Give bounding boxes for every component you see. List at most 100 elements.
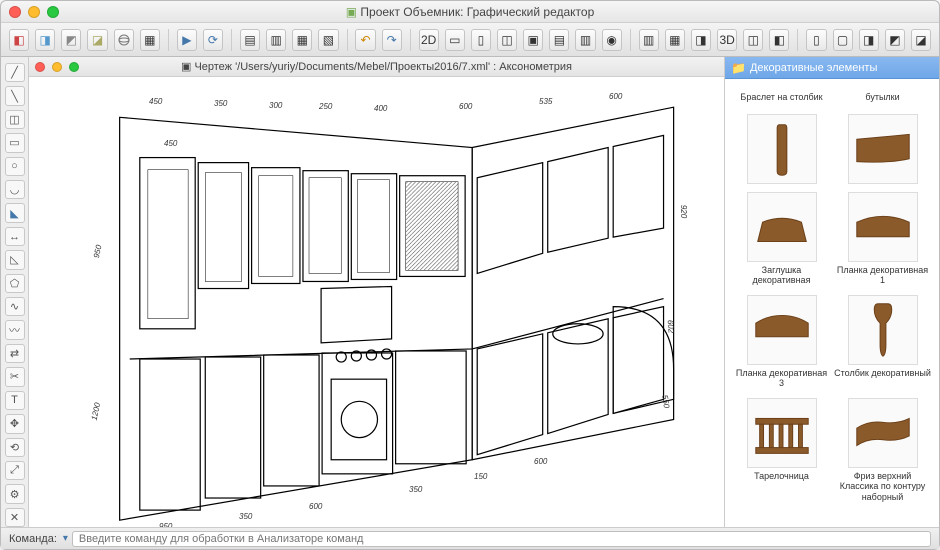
2d-icon[interactable]: 2D <box>419 29 439 51</box>
window-titlebar: ▣ Проект Объемник: Графический редактор <box>1 1 939 23</box>
doc-close-button[interactable] <box>35 62 45 72</box>
dim-label: 450 <box>164 139 177 148</box>
layer3-icon[interactable]: ◨ <box>691 29 711 51</box>
undo-icon[interactable]: ↶ <box>355 29 375 51</box>
catalog-item[interactable]: Планка декоративная 1 <box>832 188 933 291</box>
document-pane: ▣ Чертеж '/Users/yuriy/Documents/Mebel/П… <box>29 57 724 527</box>
triangle-tool-icon[interactable]: ◣ <box>5 203 25 222</box>
layer1-icon[interactable]: ▥ <box>639 29 659 51</box>
catalog-item[interactable]: Фриз верхний Классика по контуру наборны… <box>832 394 933 506</box>
cube-icon[interactable]: ◫ <box>743 29 763 51</box>
catalog-thumb <box>848 114 918 184</box>
dim-tool-icon[interactable]: ↔ <box>5 227 25 246</box>
layer2-icon[interactable]: ▦ <box>665 29 685 51</box>
workspace: ╱ ╲ ◫ ▭ ○ ◡ ◣ ↔ ◺ ⬠ ∿ 〰 ⇄ ✂ T ✥ ⟲ ⤢ ⚙ ✕ <box>1 57 939 527</box>
app-icon: ▣ <box>346 5 357 19</box>
multi-page-icon[interactable]: ▧ <box>318 29 338 51</box>
page2-icon[interactable]: ▥ <box>266 29 286 51</box>
doc-zoom-button[interactable] <box>69 62 79 72</box>
catalog-item[interactable]: Планка декоративная 3 <box>731 291 832 394</box>
dim-label: 150 <box>474 472 487 481</box>
main-window: ▣ Проект Объемник: Графический редактор … <box>0 0 940 550</box>
command-input[interactable] <box>72 531 931 547</box>
panel-header[interactable]: 📁 Декоративные элементы <box>725 57 939 79</box>
catalog-label: Заглушка декоративная <box>733 265 830 287</box>
catalog-label: Столбик декоративный <box>834 368 931 390</box>
cube-side-icon[interactable]: ◨ <box>35 29 55 51</box>
play-icon[interactable]: ▶ <box>177 29 197 51</box>
catalog-label: Браслет на столбик <box>740 92 822 114</box>
statusbar: Команда: ▾ <box>1 527 939 549</box>
cube-iso-icon[interactable]: ◩ <box>61 29 81 51</box>
room-icon[interactable]: ▣ <box>523 29 543 51</box>
gear-tool-icon[interactable]: ⚙ <box>5 484 25 503</box>
tool-e-icon[interactable]: ◪ <box>911 29 931 51</box>
catalog-list[interactable]: Браслет на столбик бутылки Заглушка деко… <box>725 79 939 527</box>
door-icon[interactable]: ◫ <box>497 29 517 51</box>
mirror-tool-icon[interactable]: ⇄ <box>5 344 25 363</box>
zoom-button[interactable] <box>47 6 59 18</box>
tool-a-icon[interactable]: ▯ <box>806 29 826 51</box>
tool-c-icon[interactable]: ◨ <box>859 29 879 51</box>
poly-tool-icon[interactable]: ⬠ <box>5 274 25 293</box>
floor-icon[interactable]: ▤ <box>549 29 569 51</box>
rotate-tool-icon[interactable]: ⟲ <box>5 438 25 457</box>
sphere-icon[interactable] <box>114 29 134 51</box>
catalog-thumb <box>747 114 817 184</box>
catalog-thumb <box>747 295 817 365</box>
text-tool-icon[interactable]: T <box>5 391 25 410</box>
catalog-item[interactable]: Заглушка декоративная <box>731 188 832 291</box>
page3-icon[interactable]: ▦ <box>292 29 312 51</box>
catalog-label: Планка декоративная 1 <box>834 265 931 287</box>
line-tool-icon[interactable]: ╱ <box>5 63 25 82</box>
refresh-icon[interactable]: ⟳ <box>203 29 223 51</box>
catalog-label: Планка декоративная 3 <box>733 368 830 390</box>
dim-label: 350 <box>214 99 227 108</box>
panel-title: Декоративные элементы <box>750 62 877 74</box>
doc-minimize-button[interactable] <box>52 62 62 72</box>
close-button[interactable] <box>9 6 21 18</box>
grid-icon[interactable]: ▦ <box>140 29 160 51</box>
line2-tool-icon[interactable]: ╲ <box>5 86 25 105</box>
3d-icon[interactable]: 3D <box>717 29 737 51</box>
arc-tool-icon[interactable]: ◡ <box>5 180 25 199</box>
cube-top-icon[interactable]: ◪ <box>87 29 107 51</box>
catalog-item[interactable]: бутылки <box>832 85 933 188</box>
catalog-thumb <box>747 398 817 468</box>
catalog-thumb <box>848 398 918 468</box>
redo-icon[interactable]: ↷ <box>382 29 402 51</box>
circle-tool-icon[interactable]: ○ <box>5 157 25 176</box>
tool-b-icon[interactable]: ▢ <box>833 29 853 51</box>
move-tool-icon[interactable]: ✥ <box>5 414 25 433</box>
command-dropdown-icon[interactable]: ▾ <box>63 533 68 544</box>
curve-tool-icon[interactable]: ∿ <box>5 297 25 316</box>
ceiling-icon[interactable]: ▥ <box>575 29 595 51</box>
dim-label: 550 <box>660 394 671 408</box>
main-toolbar: ◧ ◨ ◩ ◪ ▦ ▶ ⟳ ▤ ▥ ▦ ▧ ↶ ↷ 2D ▭ ▯ ◫ ▣ ▤ ▥… <box>1 23 939 57</box>
kitchen-drawing <box>29 77 724 527</box>
right-panel: 📁 Декоративные элементы Браслет на столб… <box>724 57 939 527</box>
wall-icon[interactable]: ▯ <box>471 29 491 51</box>
render-icon[interactable]: ◉ <box>602 29 622 51</box>
tool-d-icon[interactable]: ◩ <box>885 29 905 51</box>
cube-front-icon[interactable]: ◧ <box>9 29 29 51</box>
minimize-button[interactable] <box>28 6 40 18</box>
dim-label: 535 <box>539 97 552 106</box>
rect-tool-icon[interactable]: ▭ <box>5 133 25 152</box>
scale-tool-icon[interactable]: ⤢ <box>5 461 25 480</box>
x-tool-icon[interactable]: ✕ <box>5 508 25 527</box>
drawing-canvas[interactable]: 450 350 300 250 400 600 535 600 950 1200… <box>29 77 724 527</box>
dim-label: 450 <box>149 97 162 106</box>
corner-tool-icon[interactable]: ◺ <box>5 250 25 269</box>
cube-tool-icon[interactable]: ◫ <box>5 110 25 129</box>
spline-tool-icon[interactable]: 〰 <box>5 320 25 339</box>
catalog-item[interactable]: Столбик декоративный <box>832 291 933 394</box>
command-label: Команда: <box>9 533 57 545</box>
catalog-item[interactable]: Браслет на столбик <box>731 85 832 188</box>
break-tool-icon[interactable]: ✂ <box>5 367 25 386</box>
view1-icon[interactable]: ▭ <box>445 29 465 51</box>
page-icon[interactable]: ▤ <box>240 29 260 51</box>
catalog-item[interactable]: Тарелочница <box>731 394 832 506</box>
material-icon[interactable]: ◧ <box>769 29 789 51</box>
dim-label: 920 <box>679 205 688 218</box>
